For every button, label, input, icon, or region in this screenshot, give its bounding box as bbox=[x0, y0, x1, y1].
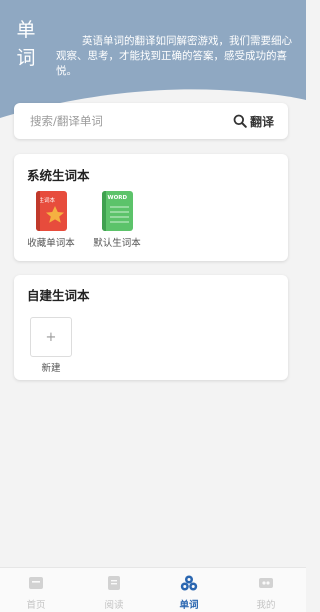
search-icon bbox=[233, 114, 247, 128]
system-books-card: 系统生词本 生词本 收藏单词本 WORD 默认生词本 bbox=[14, 154, 288, 261]
page-title: 单词 bbox=[16, 19, 36, 69]
tab-word-label: 单词 bbox=[179, 600, 199, 611]
translate-button[interactable]: 翻译 bbox=[233, 112, 274, 130]
tab-word[interactable]: 单词 bbox=[159, 574, 219, 611]
custom-books-card: 自建生词本 + 新建 bbox=[14, 275, 288, 380]
translate-button-label: 翻译 bbox=[249, 114, 274, 129]
word-icon bbox=[180, 575, 198, 591]
book-favorites-label: 收藏单词本 bbox=[27, 238, 75, 249]
tab-home[interactable]: 首页 bbox=[6, 574, 66, 611]
tab-profile[interactable]: 我的 bbox=[236, 574, 296, 611]
header-quote: 英语单词的翻译如同解密游戏，我们需要细心观察、思考，才能找到正确的答案，感受成功… bbox=[56, 35, 292, 77]
tab-home-label: 首页 bbox=[26, 600, 46, 611]
tab-profile-label: 我的 bbox=[256, 600, 276, 611]
search-input[interactable] bbox=[30, 103, 210, 139]
tab-read-label: 阅读 bbox=[104, 600, 124, 611]
star-book-icon: 生词本 bbox=[35, 191, 67, 231]
custom-books-title: 自建生词本 bbox=[27, 288, 90, 303]
tab-read[interactable]: 阅读 bbox=[84, 574, 144, 611]
notebook-icon: WORD bbox=[101, 191, 133, 231]
search-bar: 翻译 bbox=[14, 103, 288, 139]
bottom-tab-bar: 首页 阅读 单词 我的 bbox=[0, 567, 306, 612]
read-icon bbox=[108, 576, 120, 590]
book-default[interactable]: WORD 默认生词本 bbox=[82, 191, 152, 249]
system-books-title: 系统生词本 bbox=[27, 168, 90, 183]
plus-icon: + bbox=[45, 329, 57, 345]
book-favorites[interactable]: 生词本 收藏单词本 bbox=[16, 191, 86, 249]
profile-icon bbox=[259, 578, 273, 588]
add-book-button[interactable]: + bbox=[30, 317, 72, 357]
add-book-label: 新建 bbox=[41, 363, 61, 374]
book-default-label: 默认生词本 bbox=[93, 238, 141, 249]
home-icon bbox=[29, 577, 43, 589]
